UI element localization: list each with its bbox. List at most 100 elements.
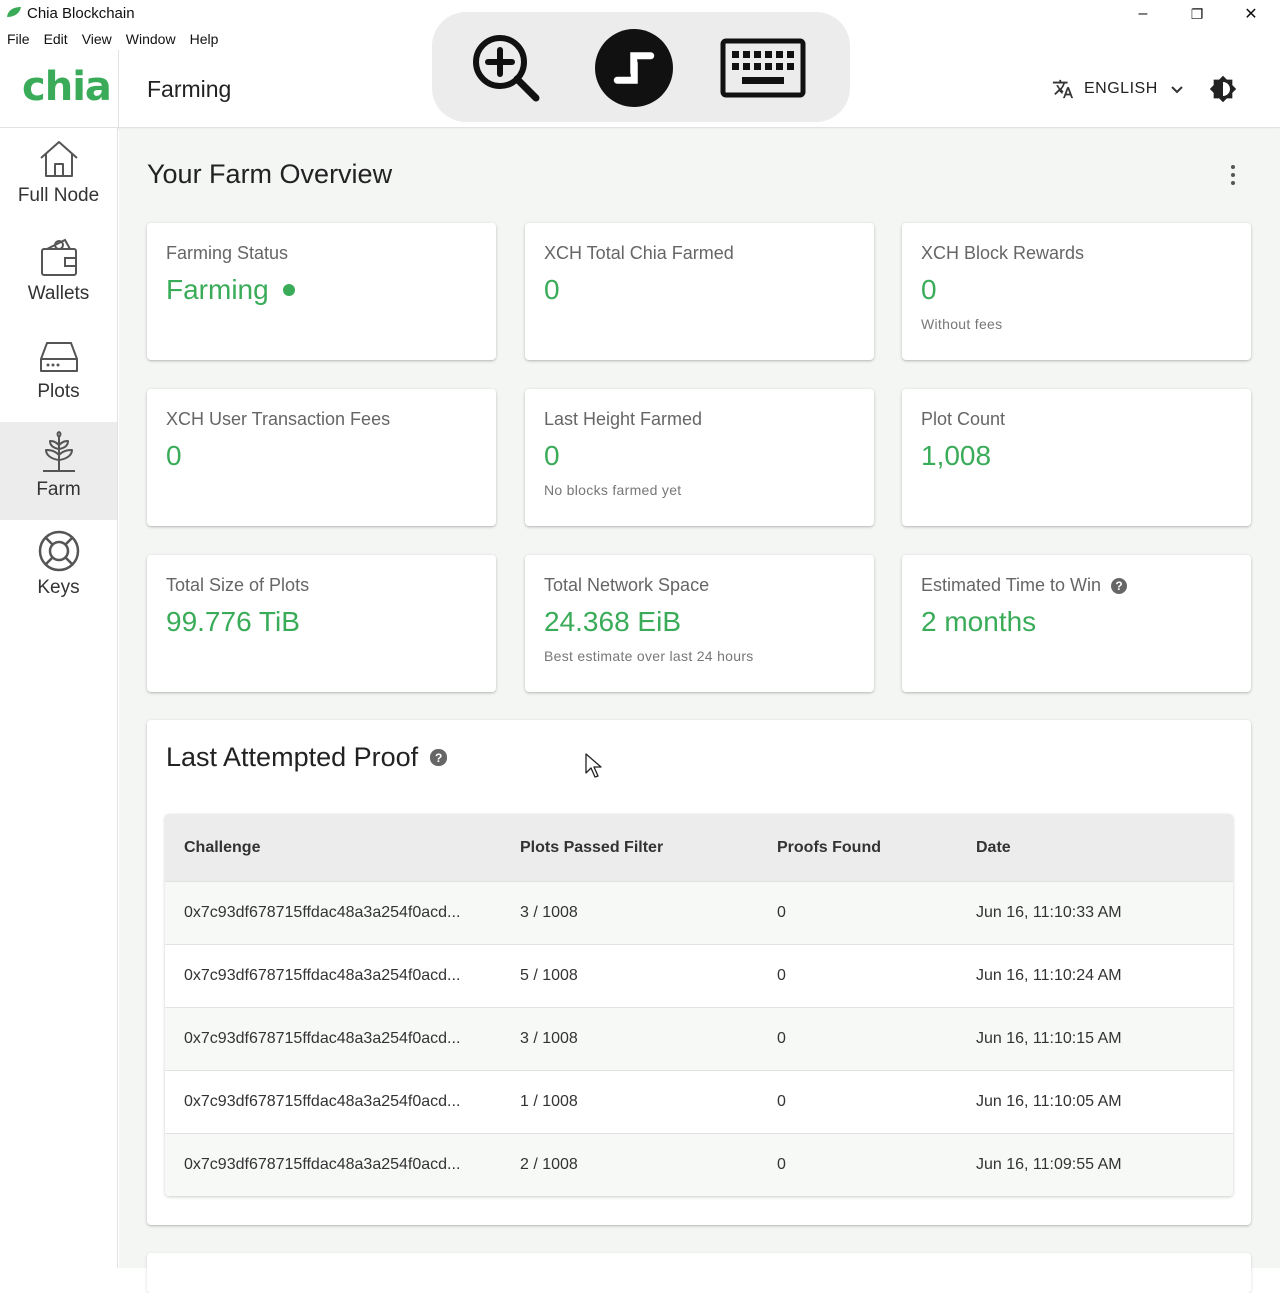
card-last-height-farmed: Last Height Farmed 0 No blocks farmed ye… (525, 389, 874, 526)
card-title: Last Height Farmed (544, 409, 703, 429)
keyboard-icon[interactable] (720, 38, 806, 98)
column-header-challenge: Challenge (184, 838, 261, 856)
menu-view[interactable]: View (75, 28, 119, 50)
menu-help[interactable]: Help (183, 28, 226, 50)
card-title: Total Network Space (544, 575, 710, 595)
card-block-rewards: XCH Block Rewards 0 Without fees (902, 223, 1251, 360)
plots-passed-cell: 5 / 1008 (520, 967, 578, 984)
plots-passed-cell: 1 / 1008 (520, 1093, 578, 1110)
sidebar-item-plots[interactable]: Plots (0, 324, 117, 422)
card-estimated-time-to-win: Estimated Time to Win ? 2 months (902, 555, 1251, 692)
sidebar-item-label: Plots (37, 381, 80, 402)
lifebuoy-icon (38, 530, 79, 572)
card-title: Total Size of Plots (166, 575, 310, 595)
card-title: Estimated Time to Win (921, 575, 1102, 595)
window-title: Chia Blockchain (27, 5, 135, 22)
table-row: 0x7c93df678715ffdac48a3a254f0acd... 5 / … (165, 944, 1233, 1007)
plots-passed-cell: 3 / 1008 (520, 904, 578, 921)
sidebar-item-wallets[interactable]: Wallets (0, 226, 117, 324)
sidebar-item-full-node[interactable]: Full Node (0, 128, 117, 226)
card-subtitle: No blocks farmed yet (544, 482, 682, 498)
card-total-chia-farmed: XCH Total Chia Farmed 0 (525, 223, 874, 360)
menu-file[interactable]: File (0, 28, 37, 50)
card-value: 0 (544, 274, 560, 305)
chia-leaf-icon (7, 7, 21, 17)
wallet-icon (40, 238, 77, 276)
challenge-cell: 0x7c93df678715ffdac48a3a254f0acd... (184, 1156, 461, 1173)
challenge-cell: 0x7c93df678715ffdac48a3a254f0acd... (184, 1093, 461, 1110)
card-value: 0 (544, 440, 560, 471)
language-label: ENGLISH (1084, 80, 1158, 97)
close-button[interactable]: ✕ (1224, 0, 1278, 28)
zoom-in-icon[interactable] (470, 32, 540, 102)
card-title: Farming Status (166, 243, 289, 263)
hard-drive-icon (39, 342, 78, 372)
card-subtitle: Without fees (921, 316, 1003, 332)
menu-window[interactable]: Window (119, 28, 183, 50)
date-cell: Jun 16, 11:09:55 AM (976, 1156, 1122, 1173)
table-row: 0x7c93df678715ffdac48a3a254f0acd... 3 / … (165, 881, 1233, 944)
card-value: 0 (921, 274, 937, 305)
challenge-cell: 0x7c93df678715ffdac48a3a254f0acd... (184, 1030, 461, 1047)
table-body: 0x7c93df678715ffdac48a3a254f0acd... 3 / … (165, 881, 1233, 1196)
plots-passed-cell: 2 / 1008 (520, 1156, 578, 1173)
more-options-icon[interactable] (1223, 163, 1243, 187)
sidebar-item-keys[interactable]: Keys (0, 520, 117, 618)
card-value: 99.776 TiB (166, 606, 300, 637)
restore-button[interactable]: ❐ (1170, 0, 1224, 28)
farm-overview-title: Your Farm Overview (147, 159, 393, 189)
date-cell: Jun 16, 11:10:24 AM (976, 967, 1122, 984)
language-selector[interactable]: ENGLISH (1052, 78, 1184, 100)
challenge-cell: 0x7c93df678715ffdac48a3a254f0acd... (184, 967, 461, 984)
card-value-wrapper: Farming (166, 274, 477, 306)
page-title: Farming (147, 76, 232, 102)
card-value: 2 months (921, 606, 1037, 637)
main-content: Your Farm Overview Farming Status Farmin… (119, 129, 1280, 1293)
card-title: XCH Total Chia Farmed (544, 243, 734, 263)
card-farming-status: Farming Status Farming (147, 223, 496, 360)
card-title: Plot Count (921, 409, 1006, 429)
table-row: 0x7c93df678715ffdac48a3a254f0acd... 2 / … (165, 1133, 1233, 1196)
minimize-button[interactable]: – (1116, 0, 1170, 28)
date-cell: Jun 16, 11:10:33 AM (976, 904, 1122, 921)
sidebar-item-label: Farm (36, 479, 81, 500)
chevron-down-icon (1171, 86, 1183, 94)
mouse-cursor-icon (585, 753, 602, 778)
help-icon[interactable]: ? (1111, 577, 1128, 594)
card-total-network-space: Total Network Space 24.368 EiB Best esti… (525, 555, 874, 692)
sidebar-item-farm[interactable]: Farm (0, 422, 117, 520)
date-cell: Jun 16, 11:10:05 AM (976, 1093, 1122, 1110)
proofs-found-cell: 0 (777, 967, 786, 984)
sidebar-nav: Full Node Wallets Plots Farm Keys (0, 128, 118, 1268)
remote-connect-icon[interactable] (594, 28, 674, 108)
card-total-size-of-plots: Total Size of Plots 99.776 TiB (147, 555, 496, 692)
card-title: XCH User Transaction Fees (166, 409, 391, 429)
menu-edit[interactable]: Edit (37, 28, 75, 50)
card-title: XCH Block Rewards (921, 243, 1085, 263)
date-cell: Jun 16, 11:10:15 AM (976, 1030, 1122, 1047)
dark-mode-toggle-icon[interactable] (1209, 75, 1237, 103)
proofs-found-cell: 0 (777, 1156, 786, 1173)
next-section-card (147, 1253, 1251, 1293)
sidebar-item-label: Keys (37, 577, 80, 598)
proofs-found-cell: 0 (777, 1030, 786, 1047)
plots-passed-cell: 3 / 1008 (520, 1030, 578, 1047)
sidebar-item-label: Full Node (17, 185, 100, 206)
challenge-cell: 0x7c93df678715ffdac48a3a254f0acd... (184, 904, 461, 921)
chia-logo: chia (22, 64, 112, 110)
proof-title: Last Attempted Proof (166, 742, 419, 772)
help-icon[interactable]: ? (430, 749, 448, 766)
card-value: 24.368 EiB (544, 606, 681, 637)
card-plot-count: Plot Count 1,008 (902, 389, 1251, 526)
status-dot-icon (282, 284, 295, 296)
proofs-found-cell: 0 (777, 904, 786, 921)
table-row: 0x7c93df678715ffdac48a3a254f0acd... 1 / … (165, 1070, 1233, 1133)
card-subtitle: Best estimate over last 24 hours (544, 648, 754, 664)
card-value: 0 (166, 440, 182, 471)
column-header-date: Date (976, 838, 1011, 856)
remote-toolbar (432, 12, 850, 122)
proofs-found-cell: 0 (777, 1093, 786, 1110)
home-icon (39, 141, 78, 177)
translate-icon (1052, 79, 1074, 99)
farm-plant-icon (42, 431, 75, 472)
